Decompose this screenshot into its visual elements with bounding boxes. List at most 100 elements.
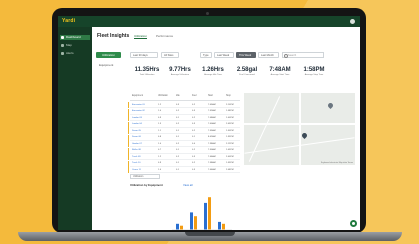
table-cell: 1.1: [158, 129, 162, 132]
row-status-indicator: [128, 121, 129, 128]
equipment-link[interactable]: Truck 10: [132, 162, 140, 164]
table-cell: 0.2: [192, 116, 196, 119]
help-chat-button[interactable]: [350, 220, 357, 227]
equipment-map[interactable]: Keyboard shortcuts Map data Terms: [244, 93, 355, 165]
stat-stop-time: 1:58PM Average Stop Time: [299, 67, 329, 76]
utilization-chart: [172, 197, 232, 230]
equipment-link[interactable]: Roller 08: [132, 149, 141, 151]
table-row[interactable]: Dozer 06 0.8 0.1 0.1 8:02AM 1:35PM: [128, 134, 240, 141]
stat-label: Average Utilization: [170, 74, 190, 76]
equipment-link[interactable]: Truck 09: [132, 156, 140, 158]
chart-bar[interactable]: [180, 225, 183, 230]
chart-bar[interactable]: [222, 223, 225, 230]
table-row[interactable]: Excavator 01 1.2 0.3 0.2 7:45AM 2:10PM: [128, 102, 240, 108]
column-header[interactable]: Equipment: [132, 95, 143, 97]
chart-bar[interactable]: [190, 212, 193, 230]
chart-bar[interactable]: [176, 223, 179, 230]
stat-average-utilization: 9.77Hrs Average Utilization: [165, 67, 195, 76]
map-attribution: Keyboard shortcuts Map data Terms: [320, 162, 353, 164]
equipment-link[interactable]: Excavator 02: [132, 110, 145, 112]
top-bar: Yardi: [58, 16, 360, 27]
table-cell: 2:08PM: [226, 168, 234, 171]
table-cell: 7:40AM: [208, 123, 216, 125]
metric-select[interactable]: Utilization: [130, 174, 160, 179]
table-row[interactable]: Excavator 02 1.0 0.2 0.3 7:52AM 1:58PM: [128, 108, 240, 115]
map-pin-icon[interactable]: [326, 101, 335, 110]
stat-start-time: 7:48AM Average Start Time: [265, 67, 295, 76]
table-row[interactable]: Truck 09 1.2 0.2 0.3 7:46AM 2:00PM: [128, 154, 240, 160]
table-row[interactable]: Crane 11 1.0 0.1 0.3 7:44AM 2:08PM: [128, 167, 240, 173]
table-cell: 0.2: [176, 142, 180, 145]
table-cell: 1.0: [158, 110, 162, 112]
column-header[interactable]: Idle: [176, 95, 180, 97]
tab-performance[interactable]: Performance: [156, 34, 173, 38]
chart-bar[interactable]: [194, 216, 197, 230]
table-cell: 1:58PM: [226, 110, 234, 112]
table-cell: 1:40PM: [226, 116, 234, 119]
equipment-link[interactable]: Crane 11: [132, 169, 141, 171]
stat-label: Fuel Consumed: [239, 74, 255, 76]
date-range-filter[interactable]: Last 30 days: [130, 52, 158, 58]
last-month-filter[interactable]: Last Month: [258, 52, 279, 58]
table-cell: 0.2: [176, 110, 180, 112]
table-cell: 0.3: [192, 168, 196, 171]
chart-bar[interactable]: [208, 197, 211, 230]
chart-bar[interactable]: [204, 202, 207, 230]
table-row[interactable]: Truck 10 0.9 0.1 0.2 7:58AM 1:55PM: [128, 160, 240, 167]
chart-view-all-link[interactable]: View all: [183, 183, 193, 187]
utilization-button[interactable]: Utilization: [96, 52, 121, 58]
equipment-link[interactable]: Equipment: [99, 63, 113, 67]
last-week-filter[interactable]: Last Week: [214, 52, 234, 58]
table-cell: 1.2: [158, 155, 162, 158]
equipment-link[interactable]: Dozer 06: [132, 136, 141, 138]
table-cell: 1:35PM: [226, 136, 234, 138]
search-input[interactable]: Search: [282, 52, 324, 58]
app-logo[interactable]: Yardi: [62, 18, 75, 24]
stat-value: 1:58PM: [303, 67, 325, 73]
stat-value: 1.26Hrs: [202, 67, 224, 73]
table-row[interactable]: Loader 04 1.3 0.2 0.3 7:40AM 2:05PM: [128, 121, 240, 128]
laptop-screen: Yardi Dashboard Map Alerts Fleet Insight…: [52, 8, 366, 233]
equipment-link[interactable]: Dozer 05: [132, 130, 141, 132]
user-avatar-icon[interactable]: [350, 19, 355, 24]
table-cell: 0.1: [176, 162, 180, 164]
table-cell: 1:55PM: [226, 162, 234, 164]
laptop-notch: [185, 232, 235, 236]
equipment-link[interactable]: Loader 04: [132, 123, 142, 125]
stat-label: Total Utilization: [139, 74, 155, 76]
sidebar-item-map[interactable]: Map: [60, 43, 90, 48]
type-filter[interactable]: Type: [200, 52, 212, 58]
chart-bar[interactable]: [218, 221, 221, 230]
column-header[interactable]: Fuel: [192, 95, 196, 97]
table-cell: 0.2: [192, 129, 196, 132]
stat-idle-time: 1.26Hrs Average Idle Time: [198, 67, 228, 76]
table-row[interactable]: Grader 07 1.4 0.2 0.4 7:38AM 2:12PM: [128, 141, 240, 147]
stat-fuel: 2.58gal Fuel Consumed: [232, 67, 262, 76]
row-status-indicator: [128, 154, 129, 160]
table-cell: 0.9: [158, 116, 162, 119]
row-status-indicator: [128, 160, 129, 167]
table-cell: 0.2: [176, 123, 180, 125]
tab-utilization[interactable]: Utilization: [134, 34, 148, 39]
table-row[interactable]: Loader 03 0.9 0.1 0.2 7:48AM 1:40PM: [128, 115, 240, 121]
row-status-indicator: [128, 147, 129, 154]
table-cell: 1:50PM: [226, 129, 234, 132]
equipment-link[interactable]: Excavator 01: [132, 104, 145, 106]
table-cell: 0.2: [192, 162, 196, 164]
column-header[interactable]: Start: [208, 95, 213, 97]
equipment-link[interactable]: Loader 03: [132, 117, 142, 119]
column-header[interactable]: Utilization: [158, 95, 168, 97]
table-cell: 0.7: [158, 149, 162, 151]
sites-filter[interactable]: All Sites: [161, 52, 179, 58]
table-cell: 0.2: [192, 149, 196, 151]
sidebar-item-dashboard[interactable]: Dashboard: [60, 35, 90, 40]
stat-label: Average Start Time: [270, 74, 290, 76]
column-header[interactable]: Stop: [226, 95, 231, 97]
table-row[interactable]: Roller 08 0.7 0.1 0.2 7:50AM 1:45PM: [128, 147, 240, 154]
equipment-link[interactable]: Grader 07: [132, 143, 142, 145]
sidebar-item-alerts[interactable]: Alerts: [60, 51, 90, 56]
table-row[interactable]: Dozer 05 1.1 0.1 0.2 7:55AM 1:50PM: [128, 128, 240, 134]
map-pin-icon[interactable]: [300, 131, 309, 140]
this-week-filter[interactable]: This Week: [236, 52, 256, 58]
stat-total-utilization: 11.35Hrs Total Utilization: [132, 67, 162, 76]
